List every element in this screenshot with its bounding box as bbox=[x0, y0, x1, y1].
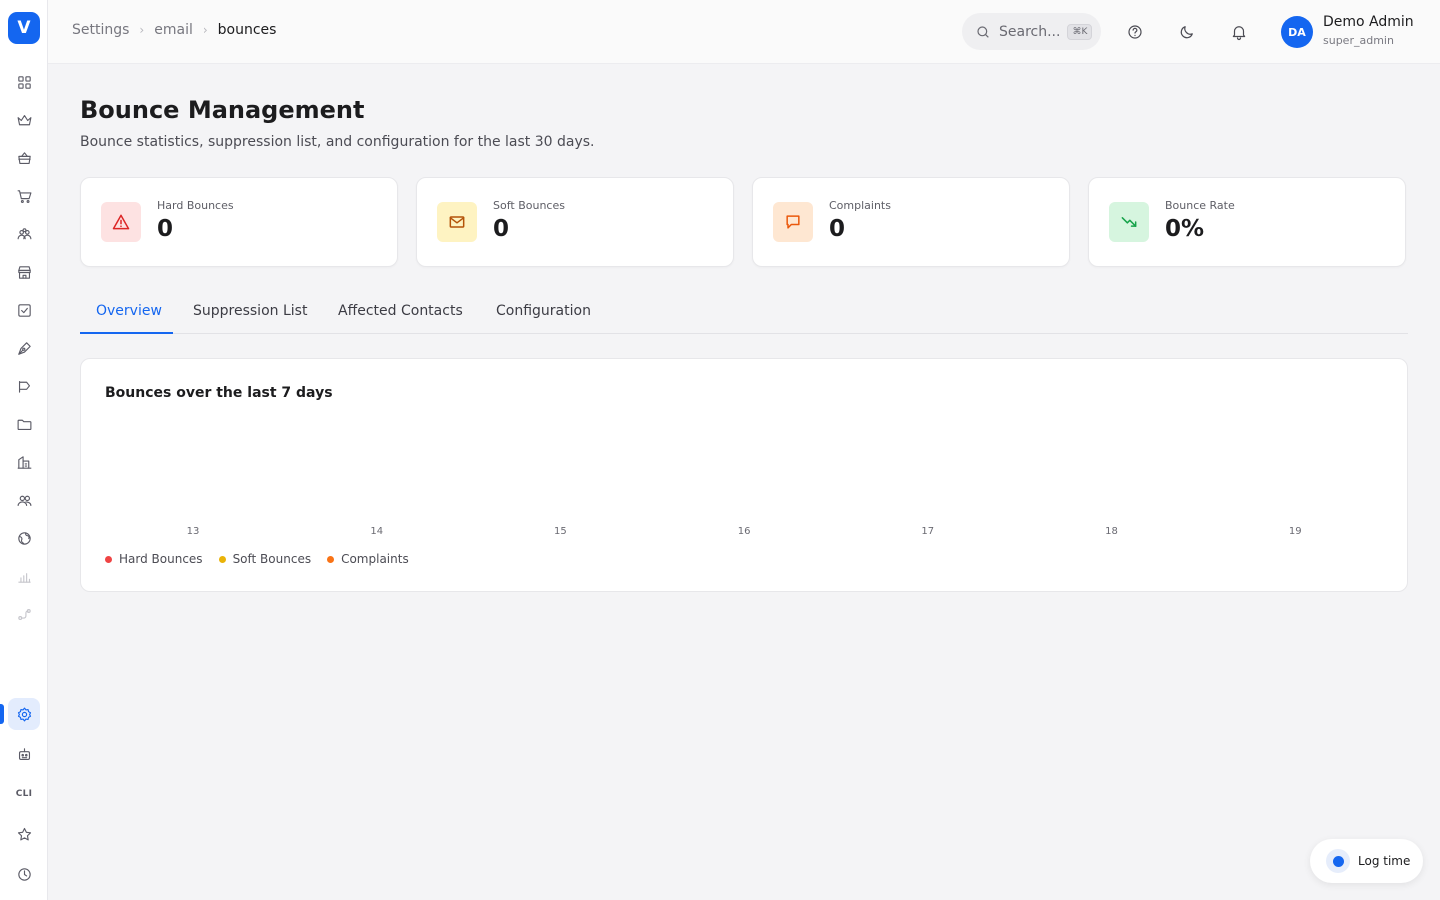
tab-overview[interactable]: Overview bbox=[96, 303, 162, 319]
stat-value: 0% bbox=[1165, 216, 1205, 242]
search-placeholder: Search... bbox=[999, 23, 1061, 40]
x-tick-label: 19 bbox=[1289, 526, 1302, 537]
log-time-button[interactable]: Log time bbox=[1310, 839, 1423, 883]
x-tick-label: 13 bbox=[187, 526, 200, 537]
megaphone-icon[interactable] bbox=[12, 374, 36, 398]
sidebar: V CLI bbox=[0, 0, 48, 900]
breadcrumb: Settings › email › bounces bbox=[72, 22, 276, 38]
active-tab-underline bbox=[80, 332, 173, 334]
chart-legend: Hard Bounces Soft Bounces Complaints bbox=[105, 552, 425, 566]
stat-card-soft-bounces: Soft Bounces 0 bbox=[416, 177, 734, 267]
bell-icon[interactable] bbox=[1227, 20, 1251, 44]
timer-icon bbox=[1326, 849, 1350, 873]
legend-item[interactable]: Hard Bounces bbox=[105, 552, 203, 566]
cli-icon[interactable]: CLI bbox=[12, 782, 36, 806]
settings-gear-icon[interactable] bbox=[8, 698, 40, 730]
x-tick-label: 18 bbox=[1105, 526, 1118, 537]
x-tick-label: 17 bbox=[921, 526, 934, 537]
message-square-icon bbox=[773, 202, 813, 242]
folder-icon[interactable] bbox=[12, 412, 36, 436]
x-tick-label: 16 bbox=[738, 526, 751, 537]
app-logo[interactable]: V bbox=[8, 12, 40, 44]
users-group-icon[interactable] bbox=[12, 222, 36, 246]
page-subtitle: Bounce statistics, suppression list, and… bbox=[80, 134, 595, 150]
avatar[interactable]: DA bbox=[1281, 16, 1313, 48]
route-icon[interactable] bbox=[12, 602, 36, 626]
breadcrumb-bounces: bounces bbox=[217, 22, 277, 38]
help-icon[interactable] bbox=[1123, 20, 1147, 44]
globe-icon[interactable] bbox=[12, 526, 36, 550]
cart-icon[interactable] bbox=[12, 184, 36, 208]
x-tick-label: 15 bbox=[554, 526, 567, 537]
breadcrumb-email[interactable]: email bbox=[154, 22, 193, 38]
chevron-right-icon: › bbox=[202, 23, 208, 37]
top-header: Settings › email › bounces Search... ⌘K … bbox=[48, 0, 1440, 64]
tab-configuration[interactable]: Configuration bbox=[496, 303, 591, 319]
robot-icon[interactable] bbox=[12, 742, 36, 766]
active-indicator bbox=[0, 704, 4, 724]
cli-label: CLI bbox=[15, 789, 33, 799]
stat-value: 0 bbox=[157, 216, 174, 242]
trending-down-icon bbox=[1109, 202, 1149, 242]
crown-icon[interactable] bbox=[12, 108, 36, 132]
log-time-label: Log time bbox=[1358, 854, 1411, 868]
clock-icon[interactable] bbox=[12, 862, 36, 886]
legend-dot-icon bbox=[327, 555, 335, 563]
stat-value: 0 bbox=[493, 216, 510, 242]
chart-title: Bounces over the last 7 days bbox=[105, 385, 333, 401]
stat-card-complaints: Complaints 0 bbox=[752, 177, 1070, 267]
breadcrumb-settings[interactable]: Settings bbox=[72, 22, 129, 38]
stat-value: 0 bbox=[829, 216, 846, 242]
user-name[interactable]: Demo Admin bbox=[1323, 14, 1414, 30]
stat-card-hard-bounces: Hard Bounces 0 bbox=[80, 177, 398, 267]
buildings-icon[interactable] bbox=[12, 450, 36, 474]
moon-icon[interactable] bbox=[1175, 20, 1199, 44]
chevron-right-icon: › bbox=[139, 23, 145, 37]
legend-dot-icon bbox=[105, 555, 112, 563]
legend-label: Complaints bbox=[341, 552, 409, 566]
stat-card-bounce-rate: Bounce Rate 0% bbox=[1088, 177, 1406, 267]
stat-label: Complaints bbox=[829, 199, 891, 212]
x-tick-label: 14 bbox=[370, 526, 383, 537]
bounces-line-chart: 13 14 15 16 17 18 19 bbox=[187, 526, 1302, 537]
legend-label: Soft Bounces bbox=[232, 552, 312, 566]
star-icon[interactable] bbox=[12, 822, 36, 846]
bar-chart-icon[interactable] bbox=[12, 564, 36, 588]
pen-nib-icon[interactable] bbox=[12, 336, 36, 360]
mail-icon bbox=[437, 202, 477, 242]
legend-item[interactable]: Complaints bbox=[327, 552, 409, 566]
tab-affected-contacts[interactable]: Affected Contacts bbox=[338, 303, 463, 319]
search-icon bbox=[977, 25, 989, 38]
legend-item[interactable]: Soft Bounces bbox=[218, 552, 312, 566]
legend-label: Hard Bounces bbox=[119, 552, 203, 566]
legend-dot-icon bbox=[218, 555, 226, 563]
stat-label: Bounce Rate bbox=[1165, 199, 1235, 212]
user-role: super_admin bbox=[1323, 34, 1394, 47]
tab-bar: Overview Suppression List Affected Conta… bbox=[80, 292, 1408, 334]
search-input[interactable]: Search... ⌘K bbox=[962, 13, 1101, 50]
dashboard-grid-icon[interactable] bbox=[12, 70, 36, 94]
basket-icon[interactable] bbox=[12, 146, 36, 170]
checkbox-icon[interactable] bbox=[12, 298, 36, 322]
tab-suppression-list[interactable]: Suppression List bbox=[193, 303, 307, 319]
store-icon[interactable] bbox=[12, 260, 36, 284]
contacts-icon[interactable] bbox=[12, 488, 36, 512]
stat-label: Hard Bounces bbox=[157, 199, 234, 212]
stat-label: Soft Bounces bbox=[493, 199, 565, 212]
page-title: Bounce Management bbox=[80, 96, 365, 124]
search-shortcut: ⌘K bbox=[1067, 23, 1093, 40]
alert-triangle-icon bbox=[101, 202, 141, 242]
bounces-chart-card: Bounces over the last 7 days 13 14 15 16 17 1… bbox=[80, 358, 1408, 592]
